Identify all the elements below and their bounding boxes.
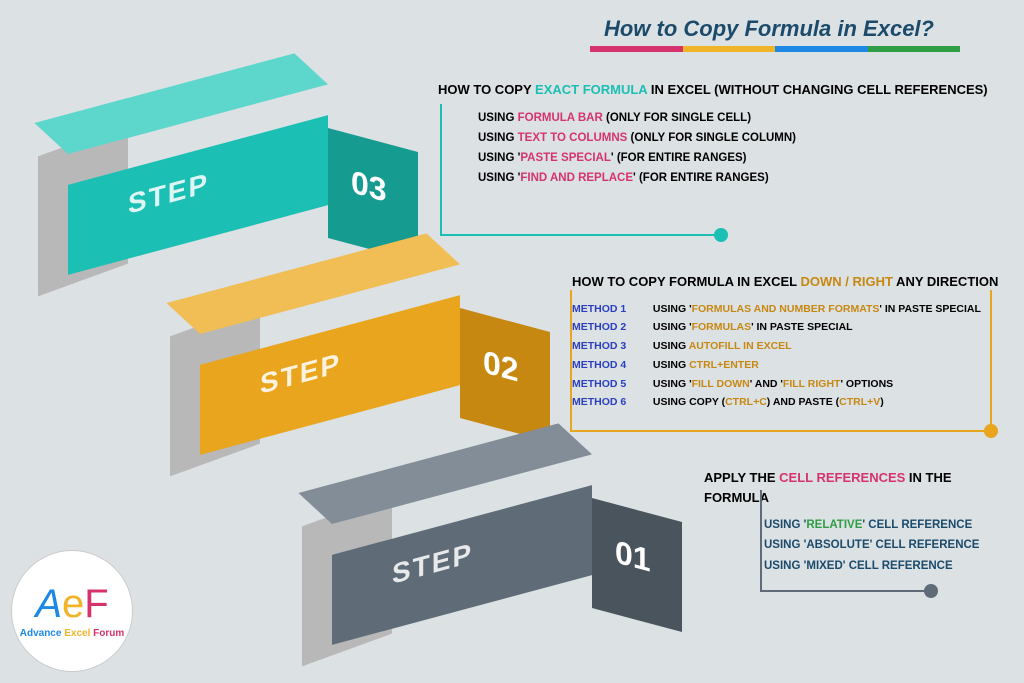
- step-3-item: USING 'PASTE SPECIAL' (FOR ENTIRE RANGES…: [478, 150, 998, 167]
- step-3-item: USING FORMULA BAR (ONLY FOR SINGLE CELL): [478, 110, 998, 127]
- step-1-item: USING 'RELATIVE' CELL REFERENCE: [764, 517, 1014, 534]
- step-2-method: METHOD 5 USING 'FILL DOWN' AND 'FILL RIG…: [572, 377, 1022, 393]
- step-2-panel: HOW TO COPY FORMULA IN EXCEL DOWN / RIGH…: [572, 272, 1022, 414]
- connector-dot: [924, 584, 938, 598]
- step-2-heading: HOW TO COPY FORMULA IN EXCEL DOWN / RIGH…: [572, 272, 1022, 292]
- step-3-item: USING TEXT TO COLUMNS (ONLY FOR SINGLE C…: [478, 130, 998, 147]
- step-1-heading: APPLY THE CELL REFERENCES IN THE FORMULA: [704, 468, 1014, 507]
- connector-dot: [714, 228, 728, 242]
- logo-icon: AeF: [35, 584, 108, 624]
- step-1-item: USING 'ABSOLUTE' CELL REFERENCE: [764, 537, 1014, 554]
- step-2-method: METHOD 6 USING COPY (CTRL+C) AND PASTE (…: [572, 395, 1022, 411]
- step-1-panel: APPLY THE CELL REFERENCES IN THE FORMULA…: [704, 468, 1014, 578]
- step-3-heading: HOW TO COPY EXACT FORMULA IN EXCEL (WITH…: [438, 80, 998, 100]
- step-1-item: USING 'MIXED' CELL REFERENCE: [764, 558, 1014, 575]
- connector-dot: [984, 424, 998, 438]
- step-2-method: METHOD 2 USING 'FORMULAS' IN PASTE SPECI…: [572, 320, 1022, 336]
- step-1-block: STEP 01: [332, 520, 672, 640]
- step-2-block: STEP 02: [200, 330, 540, 450]
- brand-text: Advance Excel Forum: [20, 628, 125, 639]
- step-2-method: METHOD 3 USING AUTOFILL IN EXCEL: [572, 339, 1022, 355]
- step-2-method: METHOD 1 USING 'FORMULAS AND NUMBER FORM…: [572, 302, 1022, 318]
- step-3-item: USING 'FIND AND REPLACE' (FOR ENTIRE RAN…: [478, 170, 998, 187]
- step-3-panel: HOW TO COPY EXACT FORMULA IN EXCEL (WITH…: [438, 80, 998, 191]
- rainbow-divider: [590, 46, 960, 52]
- page-title: How to Copy Formula in Excel?: [604, 16, 934, 42]
- brand-logo: AeF Advance Excel Forum: [12, 551, 132, 671]
- step-2-method: METHOD 4 USING CTRL+ENTER: [572, 358, 1022, 374]
